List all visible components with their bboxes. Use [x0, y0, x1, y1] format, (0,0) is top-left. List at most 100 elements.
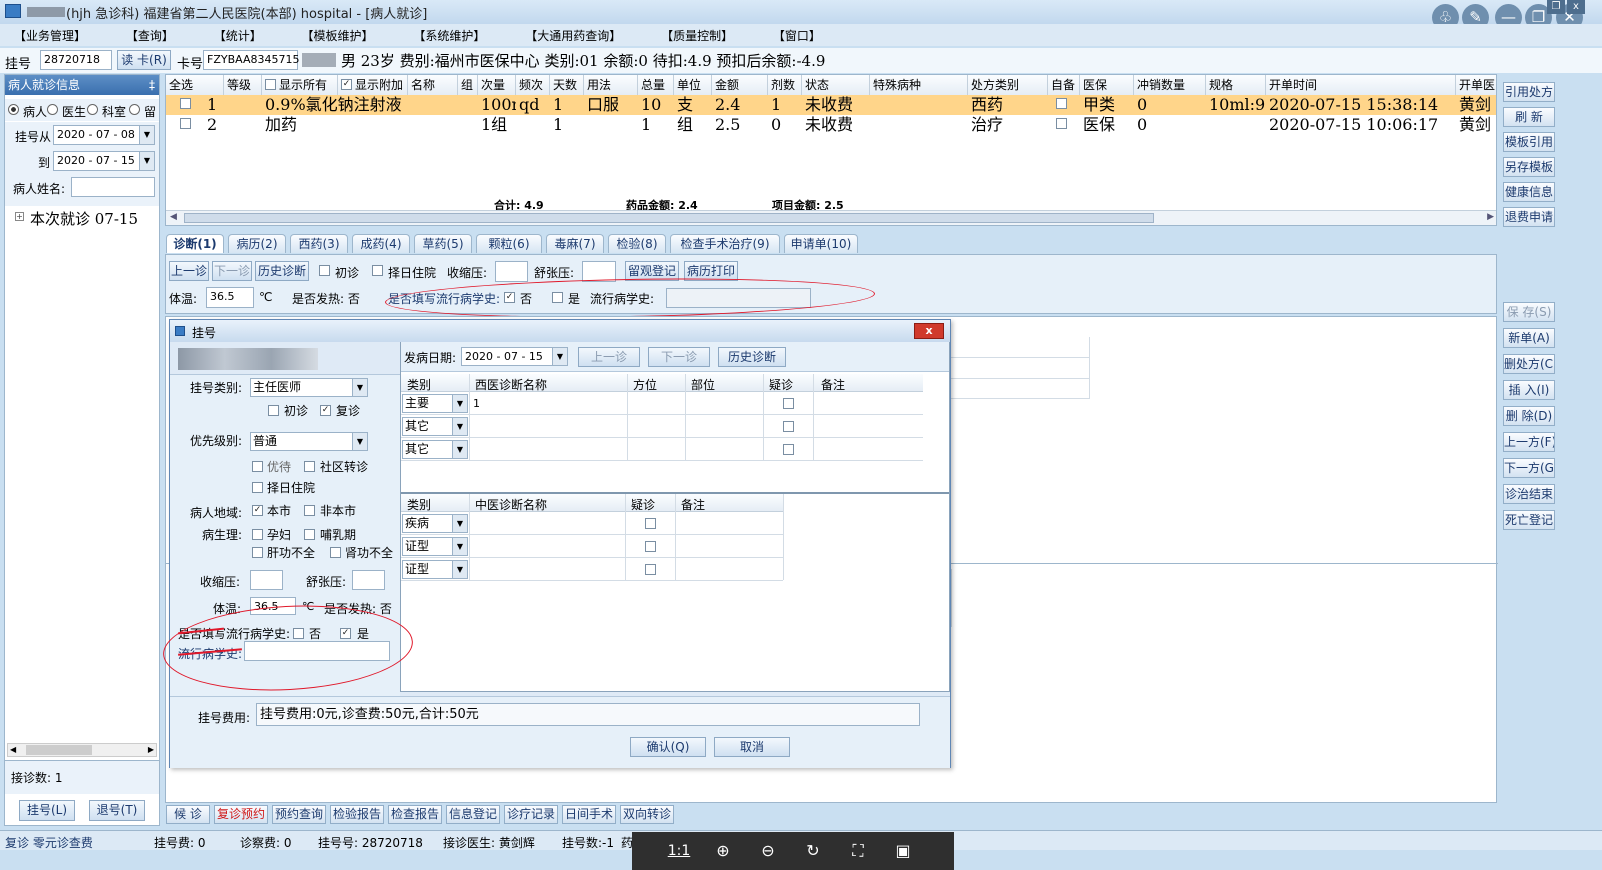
liver-checkbox[interactable] — [252, 547, 263, 558]
tab-herbal[interactable]: 草药(5) — [414, 234, 472, 253]
west-doubt-checkbox[interactable] — [783, 421, 794, 432]
menu-business[interactable]: 【业务管理】 — [14, 27, 86, 44]
col-show-extra[interactable]: ✓ 显示附加 — [338, 75, 408, 95]
tab-referral[interactable]: 双向转诊 — [620, 805, 674, 824]
new-rx-button[interactable]: 新单(A) — [1503, 328, 1555, 348]
tab-narcotic[interactable]: 毒麻(7) — [546, 234, 604, 253]
delete-button[interactable]: 删 除(D) — [1503, 406, 1555, 426]
zoom-out-icon[interactable]: ⊖ — [753, 836, 783, 866]
menu-template[interactable]: 【模板维护】 — [302, 27, 374, 44]
mdi-restore-icon[interactable]: ❐ — [1547, 0, 1565, 14]
tcm-doubt-checkbox[interactable] — [645, 541, 656, 552]
confirm-button[interactable]: 确认(Q) — [630, 737, 706, 757]
self-checkbox[interactable] — [1056, 118, 1067, 129]
scroll-left-icon[interactable]: ◀ — [10, 744, 16, 756]
first-visit-checkbox[interactable] — [268, 405, 279, 416]
crop-icon[interactable]: ⛶ — [843, 836, 873, 866]
to-date-field[interactable]: 2020 - 07 - 15 ▼ — [53, 151, 155, 171]
finish-treatment-button[interactable]: 诊治结束 — [1503, 484, 1555, 504]
menu-window[interactable]: 【窗口】 — [773, 27, 821, 44]
menu-stats[interactable]: 【统计】 — [214, 27, 262, 44]
patient-name-input[interactable] — [71, 177, 155, 197]
radio-doctor[interactable] — [47, 104, 58, 115]
read-card-button[interactable]: 读 卡(R) — [117, 50, 171, 70]
lactation-checkbox[interactable] — [304, 529, 315, 540]
systolic-input[interactable] — [495, 261, 528, 282]
chevron-down-icon[interactable]: ▼ — [452, 441, 467, 458]
death-register-button[interactable]: 死亡登记 — [1503, 510, 1555, 530]
nonlocal-checkbox[interactable] — [304, 505, 315, 516]
cancel-button[interactable]: 取消 — [714, 737, 790, 757]
health-info-button[interactable]: 健康信息 — [1503, 182, 1555, 202]
first-visit-checkbox[interactable] — [319, 265, 330, 276]
radio-dept[interactable] — [87, 104, 98, 115]
tab-medical-record[interactable]: 病历(2) — [228, 234, 286, 253]
chevron-down-icon[interactable]: ▼ — [452, 515, 467, 532]
register-button[interactable]: 挂号(L) — [19, 800, 75, 821]
systolic-input[interactable] — [250, 570, 283, 590]
save-template-button[interactable]: 另存模板 — [1503, 157, 1555, 177]
west-type-select[interactable]: 其它 ▼ — [402, 417, 468, 436]
chevron-down-icon[interactable]: ▼ — [552, 348, 567, 365]
self-checkbox[interactable] — [1056, 98, 1067, 109]
priority-select[interactable]: 普通 ▼ — [250, 432, 368, 451]
menu-system[interactable]: 【系统维护】 — [413, 27, 485, 44]
insert-button[interactable]: 插 入(I) — [1503, 380, 1555, 400]
west-type-select[interactable]: 其它 ▼ — [402, 440, 468, 459]
chevron-down-icon[interactable]: ▼ — [139, 126, 154, 144]
next-visit-button[interactable]: 下一诊 — [648, 347, 710, 367]
refresh-button[interactable]: 刷 新 — [1503, 107, 1555, 127]
temperature-input[interactable]: 36.5 — [206, 287, 254, 308]
row-checkbox[interactable] — [180, 118, 191, 129]
menu-drug-query[interactable]: 【大通用药查询】 — [525, 27, 621, 44]
scroll-thumb[interactable] — [26, 745, 92, 755]
left-hscrollbar[interactable]: ◀ ▶ — [7, 743, 157, 757]
scroll-right-icon[interactable]: ▶ — [148, 744, 154, 756]
actual-size-label[interactable]: 1:1 — [664, 836, 694, 866]
west-type-select[interactable]: 主要 ▼ — [402, 394, 468, 413]
priority-wait-checkbox[interactable] — [252, 461, 263, 472]
reg-type-select[interactable]: 主任医师 ▼ — [250, 378, 368, 397]
tree-expand-icon[interactable]: + — [15, 212, 24, 221]
save-image-icon[interactable]: ▣ — [888, 836, 918, 866]
kidney-checkbox[interactable] — [330, 547, 341, 558]
west-diagnosis-value[interactable]: 1 — [473, 397, 480, 410]
next-visit-button[interactable]: 下一诊 — [212, 261, 252, 281]
next-rx-button[interactable]: 下一方(G) — [1503, 458, 1555, 478]
rotate-icon[interactable]: ↻ — [798, 836, 828, 866]
tab-exam-report[interactable]: 检查报告 — [388, 805, 442, 824]
choose-hosp-checkbox[interactable] — [252, 482, 263, 493]
tab-request[interactable]: 申请单(10) — [784, 234, 858, 253]
template-cite-button[interactable]: 模板引用 — [1503, 132, 1555, 152]
history-diagnosis-button[interactable]: 历史诊断 — [255, 261, 309, 281]
west-doubt-checkbox[interactable] — [783, 444, 794, 455]
chevron-down-icon[interactable]: ▼ — [452, 561, 467, 578]
chevron-down-icon[interactable]: ▼ — [352, 379, 367, 396]
zoom-in-icon[interactable]: ⊕ — [708, 836, 738, 866]
tab-granule[interactable]: 颗粒(6) — [476, 234, 542, 253]
tab-diagnosis[interactable]: 诊断(1) — [166, 234, 224, 253]
show-all-checkbox[interactable] — [265, 79, 276, 90]
prev-visit-button[interactable]: 上一诊 — [578, 347, 640, 367]
chevron-down-icon[interactable]: ▼ — [139, 152, 154, 170]
chevron-down-icon[interactable]: ▼ — [452, 418, 467, 435]
tcm-type-select[interactable]: 证型 ▼ — [402, 560, 468, 579]
reg-number-field[interactable]: 28720718 — [40, 50, 112, 70]
tab-exam-surgery[interactable]: 检查手术治疗(9) — [670, 234, 780, 253]
tab-treatment-record[interactable]: 诊疗记录 — [504, 805, 558, 824]
scroll-thumb[interactable] — [184, 213, 1154, 223]
revisit-checkbox[interactable]: ✓ — [320, 405, 331, 416]
menu-quality[interactable]: 【质量控制】 — [661, 27, 733, 44]
tab-info-register[interactable]: 信息登记 — [446, 805, 500, 824]
save-button[interactable]: 保 存(S) — [1503, 302, 1555, 322]
tcm-doubt-checkbox[interactable] — [645, 518, 656, 529]
onset-date-field[interactable]: 2020 - 07 - 15 ▼ — [461, 347, 568, 366]
refund-request-button[interactable]: 退费申请 — [1503, 207, 1555, 227]
history-diagnosis-button[interactable]: 历史诊断 — [718, 347, 786, 367]
card-number-field[interactable]: FZYBAA8345715 — [203, 50, 299, 70]
tab-lab[interactable]: 检验(8) — [608, 234, 666, 253]
col-select-all[interactable]: 全选 — [166, 75, 224, 95]
choose-hosp-checkbox[interactable] — [372, 265, 383, 276]
show-extra-checkbox[interactable]: ✓ — [341, 79, 352, 90]
delete-rx-button[interactable]: 删处方(C) — [1503, 354, 1555, 374]
